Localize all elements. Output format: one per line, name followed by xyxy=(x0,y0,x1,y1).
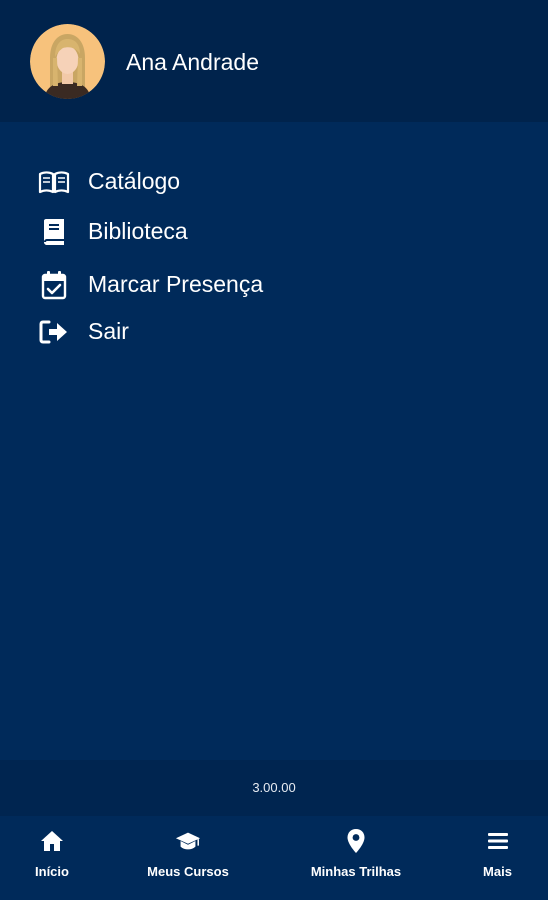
user-name: Ana Andrade xyxy=(126,49,260,75)
menu-item-label: Biblioteca xyxy=(88,218,188,244)
menu-icon xyxy=(485,828,511,854)
calendar-check-icon xyxy=(38,269,70,301)
avatar-icon xyxy=(30,24,105,99)
tab-label: Início xyxy=(35,864,69,879)
drawer-header: Ana Andrade xyxy=(0,0,548,122)
menu-item-label: Sair xyxy=(88,318,129,344)
tab-meus-cursos[interactable]: Meus Cursos xyxy=(138,816,238,900)
home-icon xyxy=(39,828,65,854)
tab-label: Mais xyxy=(483,864,512,879)
book-open-icon xyxy=(38,166,70,198)
tab-minhas-trilhas[interactable]: Minhas Trilhas xyxy=(300,816,412,900)
sign-out-icon xyxy=(38,316,70,348)
tab-mais[interactable]: Mais xyxy=(470,816,525,900)
book-icon xyxy=(38,216,70,248)
user-avatar[interactable] xyxy=(30,24,105,99)
menu-item-sair[interactable]: Sair xyxy=(0,310,548,354)
menu-item-biblioteca[interactable]: Biblioteca xyxy=(0,210,548,254)
menu-item-label: Catálogo xyxy=(88,168,181,194)
tab-label: Minhas Trilhas xyxy=(310,864,402,879)
tab-inicio[interactable]: Início xyxy=(12,816,92,900)
map-pin-icon xyxy=(343,828,369,854)
menu-item-catalogo[interactable]: Catálogo xyxy=(0,160,548,204)
menu-item-marcar-presenca[interactable]: Marcar Presença xyxy=(0,263,548,307)
menu-item-label: Marcar Presença xyxy=(88,271,264,297)
tab-label: Meus Cursos xyxy=(147,864,229,879)
app-version: 3.00.00 xyxy=(0,760,548,816)
bottom-navigation: Início Meus Cursos Minhas Trilhas Mais xyxy=(0,816,548,900)
graduation-cap-icon xyxy=(175,828,201,854)
